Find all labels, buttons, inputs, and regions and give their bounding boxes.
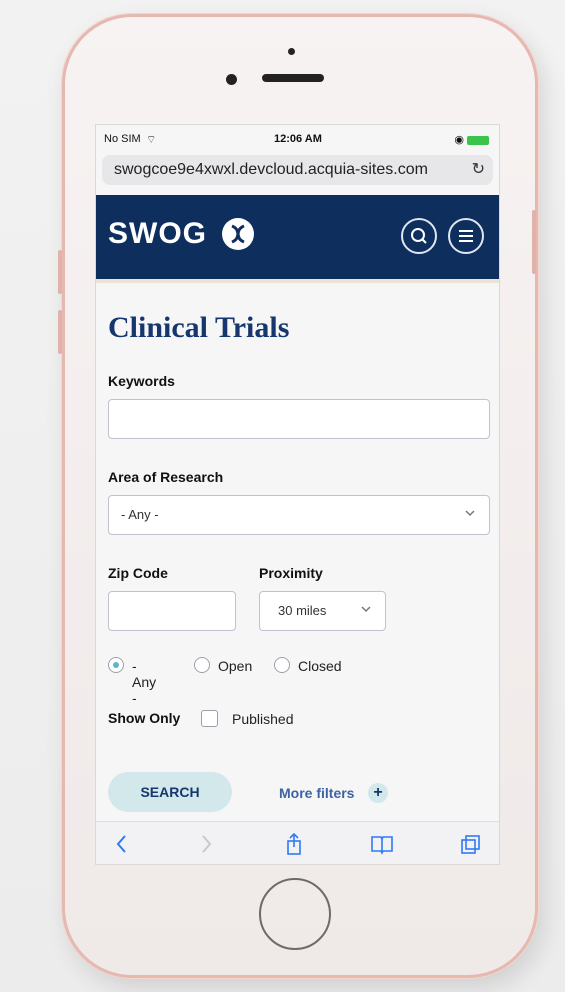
url-text: swogcoe9e4xwxl.devcloud.acquia-sites.com <box>114 161 428 178</box>
site-header: SWOG <box>96 195 499 279</box>
wifi-icon: ⌔ <box>146 134 157 146</box>
browser-toolbar <box>96 821 499 864</box>
battery-icon: ◉ <box>454 133 489 146</box>
volume-button <box>58 310 62 354</box>
proximity-label: Proximity <box>259 565 323 581</box>
url-field[interactable]: swogcoe9e4xwxl.devcloud.acquia-sites.com… <box>102 155 493 185</box>
published-label: Published <box>232 711 294 727</box>
home-button[interactable] <box>259 878 331 950</box>
phone-screen: No SIM ⌔ 12:06 AM ◉ swogcoe9e4xwxl.devcl… <box>95 124 500 865</box>
proximity-select[interactable]: 30 miles <box>259 591 386 631</box>
radio-closed[interactable] <box>274 657 290 673</box>
forward-icon[interactable] <box>192 830 220 858</box>
chevron-down-icon <box>361 606 371 613</box>
keywords-input[interactable] <box>108 399 490 439</box>
header-divider <box>96 279 499 283</box>
radio-any[interactable] <box>108 657 124 673</box>
radio-open[interactable] <box>194 657 210 673</box>
menu-icon[interactable] <box>448 218 484 254</box>
front-camera <box>288 48 295 55</box>
carrier-label: No SIM <box>104 133 141 145</box>
status-bar: No SIM ⌔ 12:06 AM ◉ <box>96 125 499 151</box>
clock: 12:06 AM <box>274 133 322 145</box>
swog-logo[interactable]: SWOG <box>108 217 207 251</box>
radio-open-label: Open <box>218 658 253 674</box>
zip-code-label: Zip Code <box>108 565 168 581</box>
reload-icon[interactable]: ↻ <box>460 155 485 185</box>
keywords-label: Keywords <box>108 373 175 389</box>
search-icon[interactable] <box>401 218 437 254</box>
bookmarks-icon[interactable] <box>368 830 396 858</box>
show-only-label: Show Only <box>108 710 181 726</box>
radio-closed-label: Closed <box>298 658 342 674</box>
area-of-research-select[interactable]: - Any - <box>108 495 490 535</box>
area-of-research-label: Area of Research <box>108 469 224 485</box>
more-filters-link[interactable]: More filters <box>279 785 354 801</box>
published-checkbox[interactable] <box>201 710 218 727</box>
plus-icon[interactable]: + <box>368 783 388 803</box>
zip-code-input[interactable] <box>108 591 236 631</box>
proximity-value: 30 miles <box>278 603 327 618</box>
swog-logo-icon <box>222 218 254 250</box>
back-icon[interactable] <box>108 830 136 858</box>
search-button[interactable]: SEARCH <box>108 772 232 812</box>
power-button <box>532 210 536 274</box>
browser-url-bar: swogcoe9e4xwxl.devcloud.acquia-sites.com… <box>96 151 499 189</box>
chevron-down-icon <box>465 510 475 517</box>
area-of-research-value: - Any - <box>121 507 159 522</box>
tabs-icon[interactable] <box>456 830 484 858</box>
page-title: Clinical Trials <box>108 311 290 344</box>
radio-any-label: - Any - <box>132 658 157 706</box>
sensor <box>226 74 237 85</box>
volume-button <box>58 250 62 294</box>
earpiece-speaker <box>262 74 324 82</box>
share-icon[interactable] <box>280 830 308 858</box>
